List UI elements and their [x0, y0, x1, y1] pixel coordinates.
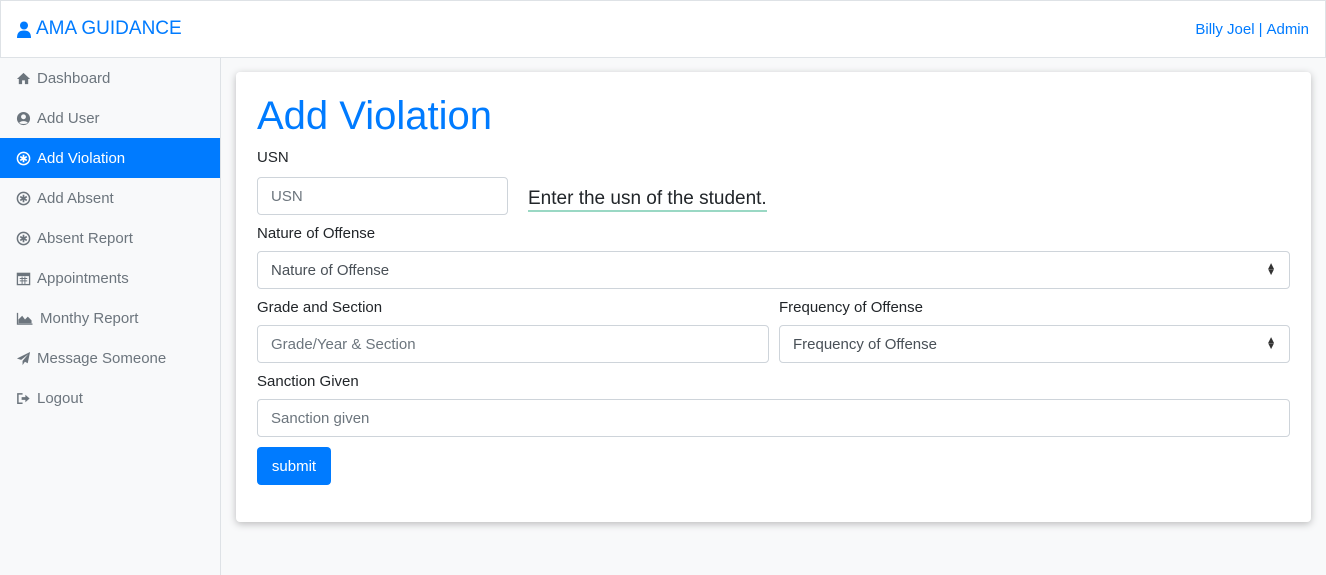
sidebar-item-label: Dashboard [37, 69, 111, 87]
add-violation-card: Add Violation USN USN Enter the usn of t… [236, 72, 1311, 522]
sidebar-item-label: Absent Report [37, 229, 133, 247]
usn-placeholder: USN [271, 187, 303, 205]
offense-selected-value: Nature of Offense [271, 261, 390, 279]
sidebar-item-label: Add User [37, 109, 100, 127]
sidebar-item-label: Message Someone [37, 349, 167, 367]
user-role-link[interactable]: Admin [1266, 21, 1309, 38]
grade-section-input[interactable]: Grade/Year & Section [257, 325, 769, 363]
frequency-label: Frequency of Offense [779, 299, 923, 316]
grade-placeholder: Grade/Year & Section [271, 335, 416, 353]
sidebar-item-logout[interactable]: Logout [0, 378, 220, 418]
brand-link[interactable]: AMA GUIDANCE [17, 18, 182, 40]
user-separator: | [1258, 20, 1263, 38]
brand-title: AMA GUIDANCE [36, 18, 182, 39]
submit-button[interactable]: submit [257, 447, 331, 485]
sidebar-item-label: Monthy Report [40, 309, 139, 327]
sidebar-item-label: Logout [37, 389, 83, 407]
sidebar: Dashboard Add User Add Violation Add Abs… [0, 58, 221, 575]
frequency-select[interactable]: Frequency of Offense ▲ ▼ [779, 325, 1290, 363]
sidebar-item-dashboard[interactable]: Dashboard [0, 58, 220, 98]
area-chart-icon [16, 312, 33, 325]
usn-label: USN [257, 149, 289, 166]
user-circle-icon [16, 111, 31, 125]
frequency-selected-value: Frequency of Offense [793, 335, 937, 353]
offense-label: Nature of Offense [257, 225, 376, 242]
paper-plane-icon [16, 351, 31, 365]
sanction-placeholder: Sanction given [271, 409, 370, 427]
user-icon [17, 21, 31, 38]
home-icon [16, 72, 31, 84]
page-title: Add Violation [257, 94, 492, 138]
user-links: Billy Joel | Admin [1195, 21, 1309, 38]
sidebar-item-absent-report[interactable]: Absent Report [0, 218, 220, 258]
sidebar-item-add-user[interactable]: Add User [0, 98, 220, 138]
sort-caret-icon: ▲ ▼ [1266, 335, 1276, 352]
usn-input[interactable]: USN [257, 177, 508, 215]
sidebar-item-appointments[interactable]: Appointments [0, 258, 220, 298]
grade-label: Grade and Section [257, 299, 383, 316]
sidebar-item-monthly-report[interactable]: Monthy Report [0, 298, 220, 338]
sanction-label: Sanction Given [257, 373, 359, 390]
top-navbar: AMA GUIDANCE Billy Joel | Admin [0, 0, 1326, 58]
sidebar-item-add-violation[interactable]: Add Violation [0, 138, 220, 178]
asterisk-circle-icon [16, 151, 31, 165]
sanction-input[interactable]: Sanction given [257, 399, 1290, 437]
sort-caret-icon: ▲ ▼ [1266, 261, 1276, 278]
sign-out-icon [17, 392, 30, 404]
asterisk-circle-icon [16, 231, 31, 245]
asterisk-circle-icon [16, 191, 31, 205]
sidebar-item-label: Add Violation [37, 149, 126, 167]
user-name-link[interactable]: Billy Joel [1195, 21, 1254, 38]
offense-select[interactable]: Nature of Offense ▲ ▼ [257, 251, 1290, 289]
calendar-icon [16, 272, 31, 285]
sidebar-item-label: Appointments [37, 269, 129, 287]
sidebar-item-add-absent[interactable]: Add Absent [0, 178, 220, 218]
sidebar-item-label: Add Absent [37, 189, 114, 207]
sidebar-item-message-someone[interactable]: Message Someone [0, 338, 220, 378]
usn-hint: Enter the usn of the student. [528, 188, 767, 212]
